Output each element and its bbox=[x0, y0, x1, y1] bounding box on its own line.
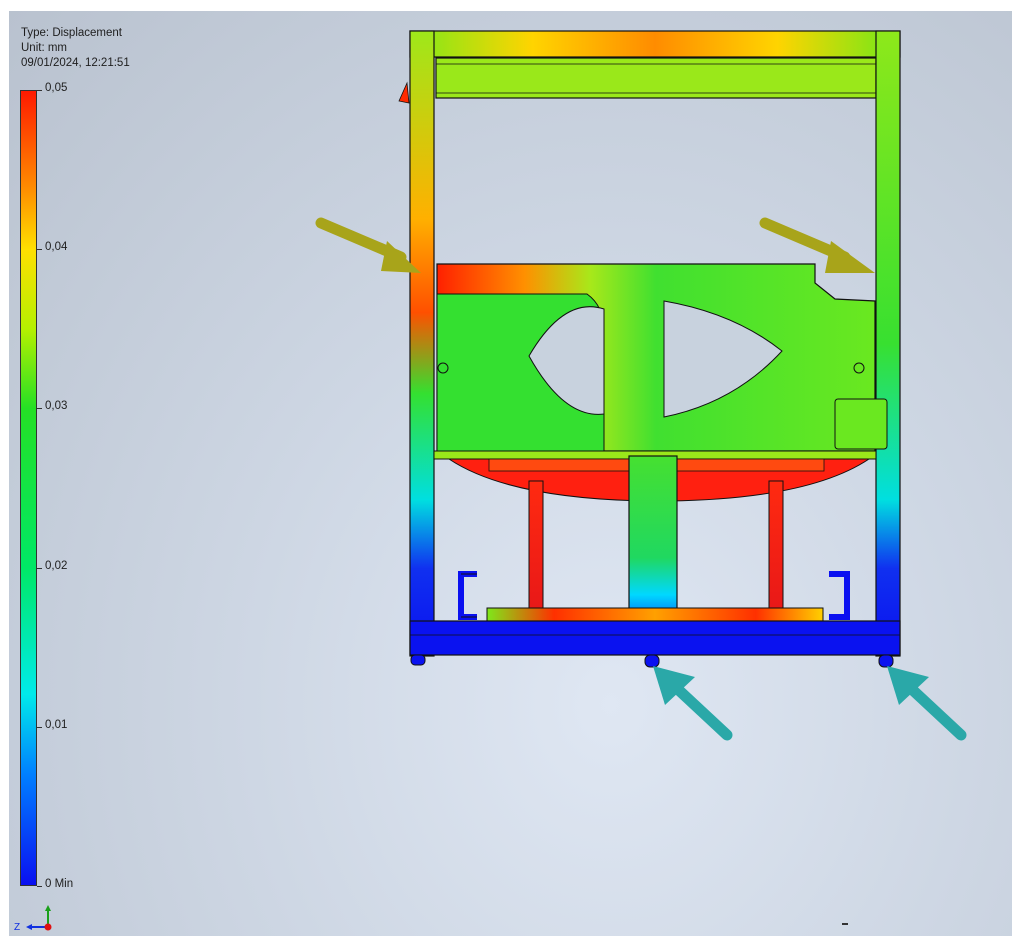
top-crossbar bbox=[409, 30, 901, 58]
lower-crossbar bbox=[486, 607, 824, 623]
constraint-arrow-right-icon bbox=[887, 666, 967, 741]
graphics-viewport[interactable]: Type: Displacement Unit: mm 09/01/2024, … bbox=[9, 11, 1012, 936]
right-post bbox=[875, 30, 901, 657]
base-frame bbox=[409, 620, 901, 656]
frame-model[interactable] bbox=[9, 11, 1012, 936]
right-support-leg bbox=[768, 480, 784, 612]
left-post bbox=[409, 30, 435, 657]
cursor-mark bbox=[842, 923, 848, 925]
right-c-bracket bbox=[829, 571, 850, 620]
left-support-leg bbox=[528, 480, 544, 612]
top-left-bracket bbox=[398, 81, 410, 104]
right-foot bbox=[878, 654, 894, 668]
load-arrow-left-icon bbox=[315, 217, 421, 273]
corner-bracket bbox=[834, 398, 888, 450]
left-c-bracket bbox=[458, 571, 477, 620]
left-foot bbox=[410, 654, 426, 666]
center-foot bbox=[644, 654, 660, 668]
constraint-arrow-center-icon bbox=[653, 666, 733, 741]
